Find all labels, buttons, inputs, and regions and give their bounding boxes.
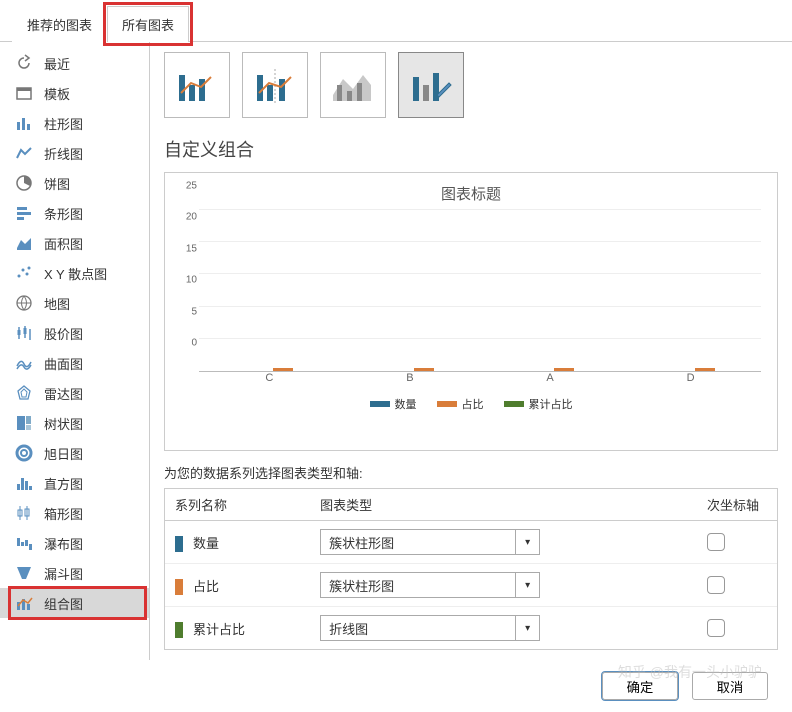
tab-strip: 推荐的图表 所有图表 <box>0 0 792 42</box>
sidebar-item-label: 组合图 <box>44 594 83 613</box>
tab-all-charts[interactable]: 所有图表 <box>107 6 189 42</box>
sidebar-item-label: 曲面图 <box>44 354 83 373</box>
sidebar-item-recent[interactable]: 最近 <box>0 48 149 78</box>
sidebar-item-label: 树状图 <box>44 414 83 433</box>
stock-icon <box>14 323 34 343</box>
sidebar-item-column[interactable]: 柱形图 <box>0 108 149 138</box>
tab-recommended[interactable]: 推荐的图表 <box>12 6 107 42</box>
line-icon <box>14 143 34 163</box>
y-axis: 0510152025 <box>181 210 199 372</box>
sidebar-item-treemap[interactable]: 树状图 <box>0 408 149 438</box>
ok-button[interactable]: 确定 <box>602 672 678 700</box>
sidebar-item-label: 漏斗图 <box>44 564 83 583</box>
sidebar-item-funnel[interactable]: 漏斗图 <box>0 558 149 588</box>
pie-icon <box>14 173 34 193</box>
surface-icon <box>14 353 34 373</box>
sidebar-item-scatter[interactable]: X Y 散点图 <box>0 258 149 288</box>
sidebar-item-label: 瀑布图 <box>44 534 83 553</box>
main-panel: 自定义组合 图表标题 0510152025 CBAD 数量 占比 累计占比 为您… <box>150 42 792 660</box>
combo-icon <box>14 593 34 613</box>
sidebar-item-map[interactable]: 地图 <box>0 288 149 318</box>
sidebar-item-bar[interactable]: 条形图 <box>0 198 149 228</box>
sidebar-item-histogram[interactable]: 直方图 <box>0 468 149 498</box>
sidebar-item-pie[interactable]: 饼图 <box>0 168 149 198</box>
sidebar-item-label: 地图 <box>44 294 70 313</box>
subtype-2[interactable] <box>242 52 308 118</box>
sidebar-item-label: 股价图 <box>44 324 83 343</box>
sidebar-item-template[interactable]: 模板 <box>0 78 149 108</box>
box-icon <box>14 503 34 523</box>
scatter-icon <box>14 263 34 283</box>
dialog-footer: 确定 取消 <box>0 660 792 712</box>
area-icon <box>14 233 34 253</box>
sidebar-item-label: 柱形图 <box>44 114 83 133</box>
sidebar-item-label: 直方图 <box>44 474 83 493</box>
sunburst-icon <box>14 443 34 463</box>
subtype-custom[interactable] <box>398 52 464 118</box>
sidebar-item-box[interactable]: 箱形图 <box>0 498 149 528</box>
chart-preview: 图表标题 0510152025 CBAD 数量 占比 累计占比 <box>164 172 778 451</box>
line-series <box>199 210 761 660</box>
subtype-row <box>164 52 778 118</box>
sidebar-item-combo[interactable]: 组合图 <box>0 588 149 618</box>
sidebar-item-label: 模板 <box>44 84 70 103</box>
sidebar-item-label: 箱形图 <box>44 504 83 523</box>
sidebar-item-label: X Y 散点图 <box>44 264 107 283</box>
funnel-icon <box>14 563 34 583</box>
sidebar-item-label: 折线图 <box>44 144 83 163</box>
x-axis: CBAD <box>199 372 761 390</box>
section-title: 自定义组合 <box>164 136 778 162</box>
sidebar-item-line[interactable]: 折线图 <box>0 138 149 168</box>
treemap-icon <box>14 413 34 433</box>
cancel-button[interactable]: 取消 <box>692 672 768 700</box>
plot-area <box>199 210 761 372</box>
sidebar-item-area[interactable]: 面积图 <box>0 228 149 258</box>
subtype-1[interactable] <box>164 52 230 118</box>
sidebar-item-label: 最近 <box>44 54 70 73</box>
bar-icon <box>14 203 34 223</box>
radar-icon <box>14 383 34 403</box>
sidebar-item-sunburst[interactable]: 旭日图 <box>0 438 149 468</box>
sidebar-item-label: 雷达图 <box>44 384 83 403</box>
subtype-3[interactable] <box>320 52 386 118</box>
chart-title: 图表标题 <box>181 183 761 204</box>
sidebar-item-label: 饼图 <box>44 174 70 193</box>
sidebar-item-label: 条形图 <box>44 204 83 223</box>
sidebar-item-radar[interactable]: 雷达图 <box>0 378 149 408</box>
histogram-icon <box>14 473 34 493</box>
sidebar-item-stock[interactable]: 股价图 <box>0 318 149 348</box>
column-icon <box>14 113 34 133</box>
map-icon <box>14 293 34 313</box>
sidebar-item-surface[interactable]: 曲面图 <box>0 348 149 378</box>
recent-icon <box>14 53 34 73</box>
chart-type-sidebar: 最近模板柱形图折线图饼图条形图面积图 X Y 散点图地图股价图曲面图雷达图树状图旭… <box>0 42 150 660</box>
sidebar-item-label: 面积图 <box>44 234 83 253</box>
waterfall-icon <box>14 533 34 553</box>
sidebar-item-label: 旭日图 <box>44 444 83 463</box>
sidebar-item-waterfall[interactable]: 瀑布图 <box>0 528 149 558</box>
template-icon <box>14 83 34 103</box>
